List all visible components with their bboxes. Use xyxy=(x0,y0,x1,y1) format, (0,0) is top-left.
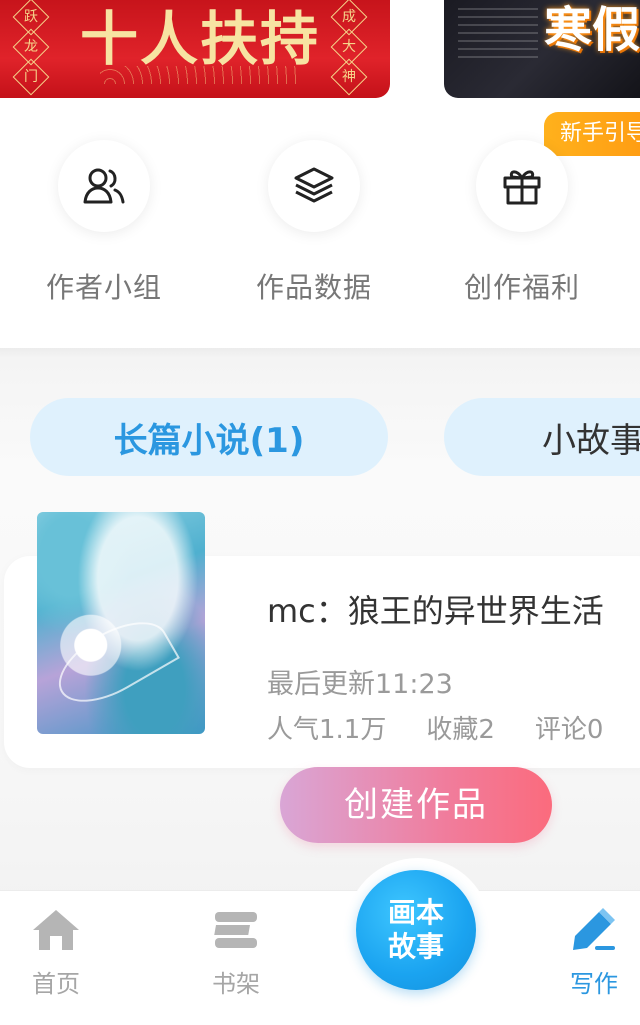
center-label-line2: 故事 xyxy=(387,930,444,963)
work-favorites: 收藏2 xyxy=(426,715,495,745)
users-icon xyxy=(83,168,125,204)
layers-icon xyxy=(294,167,334,203)
feature-author-group[interactable]: 作者小组 xyxy=(14,140,194,306)
promo-banner-support[interactable]: 跃 龙 门 十人扶持 成 大 神 xyxy=(0,0,390,98)
work-title[interactable]: mc：狼王的异世界生活 xyxy=(267,586,604,632)
nav-home[interactable]: 首页 xyxy=(6,908,106,999)
gift-icon xyxy=(503,170,541,205)
picture-story-button[interactable]: 画本 故事 xyxy=(356,870,476,990)
feature-icon-circle xyxy=(58,140,150,232)
feature-icon-circle xyxy=(476,140,568,232)
bookshelf-icon xyxy=(214,912,257,948)
feature-work-data[interactable]: 作品数据 xyxy=(224,140,404,306)
banner-right-chars: 成 大 神 xyxy=(330,0,368,98)
center-label-line1: 画本 xyxy=(387,896,444,929)
feature-label: 作品数据 xyxy=(255,271,372,304)
cover-decoration xyxy=(46,606,180,718)
banner-char: 成 xyxy=(342,9,356,25)
feature-creation-benefits[interactable]: 创作福利 xyxy=(432,140,612,306)
banner-char: 龙 xyxy=(24,39,38,55)
pen-icon xyxy=(573,908,615,950)
writing-page: 跃 龙 门 十人扶持 成 大 神 寒假 新手引导 作者小组 作品数据 创作福利 … xyxy=(0,0,640,1025)
nav-bookshelf[interactable]: 书架 xyxy=(186,908,286,999)
banner-decoration xyxy=(458,8,538,58)
work-last-updated: 最后更新11:23 xyxy=(267,669,453,700)
feature-icon-circle xyxy=(268,140,360,232)
feature-label: 创作福利 xyxy=(463,271,580,304)
nav-write[interactable]: 写作 xyxy=(544,908,640,999)
banner-char: 门 xyxy=(24,69,38,85)
tab-short-story[interactable]: 小故事 xyxy=(444,398,640,476)
feature-label: 作者小组 xyxy=(45,271,162,304)
banner-char: 跃 xyxy=(24,9,38,25)
work-popularity: 人气1.1万 xyxy=(267,715,387,745)
create-work-button[interactable]: 创建作品 xyxy=(280,767,552,843)
nav-label: 首页 xyxy=(32,970,80,998)
nav-label: 写作 xyxy=(570,970,618,998)
banner-winter-text: 寒假 xyxy=(544,2,640,58)
work-comments: 评论0 xyxy=(534,715,604,745)
banner-wave-pattern xyxy=(100,66,300,84)
home-icon xyxy=(33,910,79,950)
nav-label: 书架 xyxy=(212,970,260,998)
banner-char: 大 xyxy=(342,39,356,55)
work-stats: 人气1.1万 收藏2 评论0 xyxy=(267,709,640,746)
tab-long-novel[interactable]: 长篇小说(1) xyxy=(30,398,388,476)
promo-banner-winter[interactable]: 寒假 xyxy=(444,0,640,98)
banner-slogan: 十人扶持 xyxy=(79,5,320,73)
banner-left-chars: 跃 龙 门 xyxy=(12,0,50,98)
work-cover-image[interactable] xyxy=(37,512,205,734)
banner-char: 神 xyxy=(342,69,356,85)
